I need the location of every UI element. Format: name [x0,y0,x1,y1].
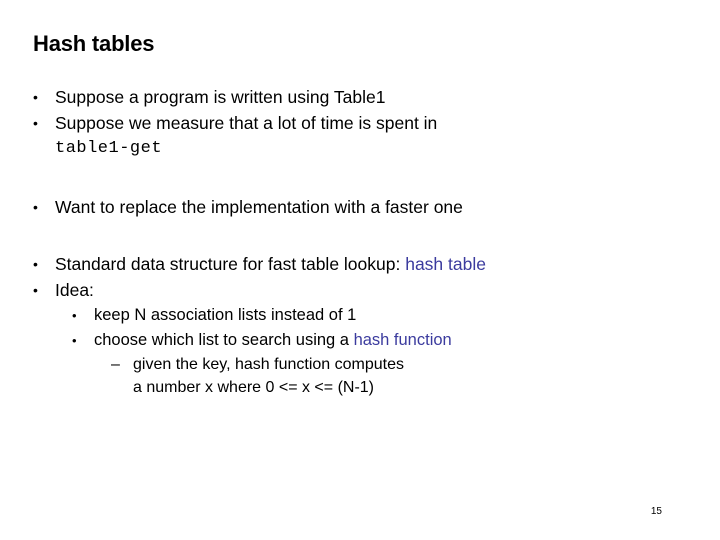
list-item-label: choose which list to search using a hash… [94,328,693,353]
list-item-continuation: a number x where 0 <= x <= (N-1) [111,376,693,399]
list-item-text: Standard data structure for fast table l… [55,254,406,274]
list-item: • choose which list to search using a ha… [72,328,693,353]
list-item-label: Suppose a program is written using Table… [55,87,386,107]
bullet-icon: • [33,256,38,272]
list-item-continuation-label: a number x where 0 <= x <= (N-1) [133,379,374,396]
list-item-label: Idea: [55,280,94,300]
list-item: • Idea: [33,277,693,303]
list-item-label: Suppose we measure that a lot of time is… [55,113,438,133]
list-item-label: Standard data structure for fast table l… [55,251,693,277]
bullet-icon: • [72,333,77,348]
highlight-term-hash-function: hash function [353,331,452,349]
slide-body: • Suppose a program is written using Tab… [33,84,693,399]
page-title: Hash tables [33,31,155,56]
bullet-icon: • [33,115,38,131]
list-item: • Want to replace the implementation wit… [33,194,693,220]
list-item-label: Want to replace the implementation with … [55,197,463,217]
list-item: • Suppose we measure that a lot of time … [33,110,693,136]
dash-icon: – [111,356,120,373]
highlight-term-hash-table: hash table [405,254,486,274]
bullet-icon: • [33,89,38,105]
bullet-icon: • [33,282,38,298]
code-literal-table1-get: table1-get [55,139,163,158]
bullet-icon: • [33,199,38,215]
list-item: • Suppose a program is written using Tab… [33,84,693,110]
list-item-label: given the key, hash function computes [133,356,404,373]
bullet-icon: • [72,308,77,323]
list-item-label: keep N association lists instead of 1 [94,306,357,324]
page-number: 15 [650,506,662,517]
list-item: – given the key, hash function computes [111,353,693,376]
list-item: • Standard data structure for fast table… [33,251,693,277]
list-item: • keep N association lists instead of 1 [72,303,693,328]
list-item-text: choose which list to search using a [94,331,354,349]
slide-canvas: Hash tables • Suppose a program is writt… [0,0,720,540]
